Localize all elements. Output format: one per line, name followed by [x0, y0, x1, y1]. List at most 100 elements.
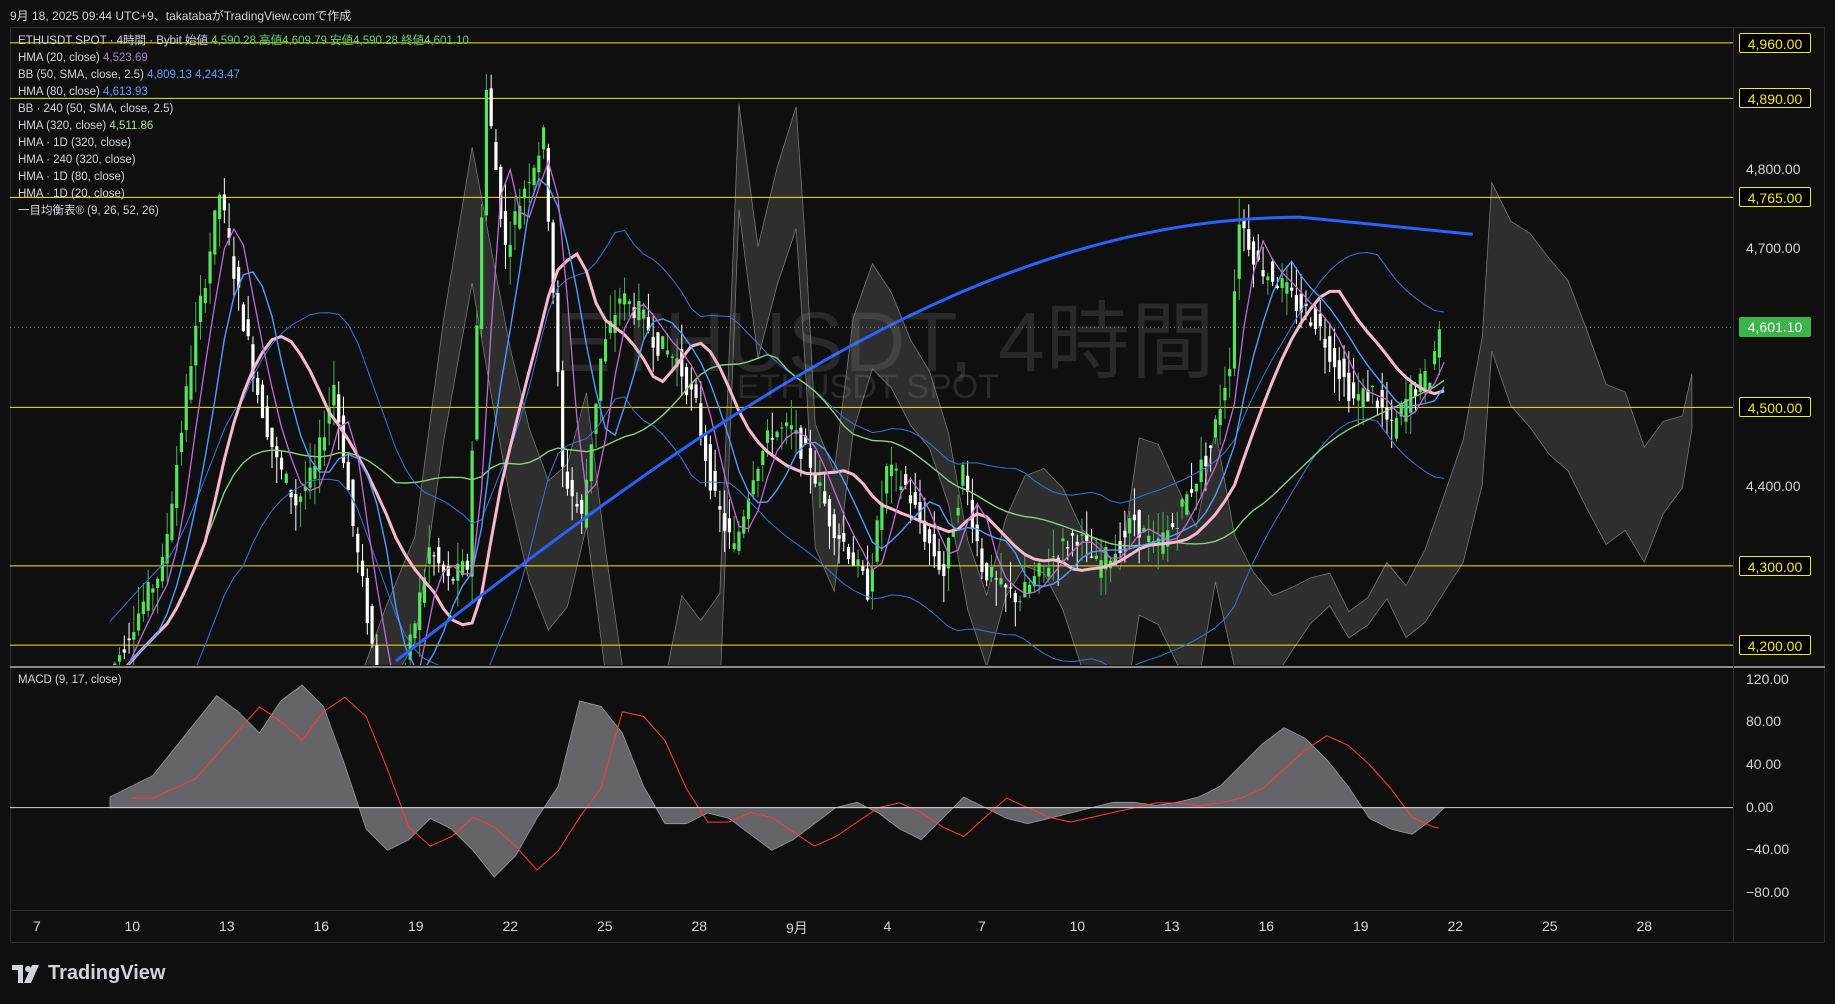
level-price-tag[interactable]: 4,300.00: [1739, 555, 1811, 576]
legend-row[interactable]: HMA (320, close) 4,511.86: [18, 118, 469, 135]
candle-body: [170, 503, 174, 541]
macd-tick-label: 40.00: [1746, 756, 1782, 772]
legend-row[interactable]: BB · 240 (50, SMA, close, 2.5): [18, 101, 469, 118]
price-tick-label: 4,800.00: [1746, 160, 1801, 177]
candle-body: [784, 422, 789, 427]
candle-body: [832, 514, 836, 539]
candle-body: [1018, 601, 1022, 603]
candle-body: [1128, 518, 1132, 534]
candle-body: [1313, 307, 1318, 330]
candle-body: [146, 582, 150, 611]
legend-row[interactable]: 一目均衡表® (9, 26, 52, 26): [18, 203, 469, 220]
candle-body: [894, 468, 898, 471]
candle-body: [527, 182, 531, 184]
legend-label: BB (50, SMA, close, 2.5): [18, 69, 144, 81]
indicator-legend[interactable]: ETHUSDT SPOT · 4時間 · Bybit 始値 4,590.28 高…: [18, 33, 469, 220]
level-price-tag[interactable]: 4,890.00: [1739, 88, 1811, 109]
legend-row[interactable]: HMA · 1D (20, close): [18, 186, 469, 203]
candle-body: [503, 210, 508, 245]
candle-body: [1290, 287, 1294, 291]
time-tick-label: 16: [1258, 918, 1275, 934]
candle-body: [494, 141, 498, 170]
legend-row[interactable]: HMA (20, close) 4,523.69: [18, 50, 469, 67]
candle-body: [1437, 329, 1441, 358]
legend-row[interactable]: HMA · 1D (320, close): [18, 135, 469, 152]
time-tick-label: 10: [1069, 918, 1086, 934]
level-price-tag[interactable]: 4,200.00: [1739, 635, 1811, 656]
legend-label: HMA (320, close): [18, 120, 107, 132]
macd-chart-svg[interactable]: [10, 669, 1733, 909]
legend-row[interactable]: BB (50, SMA, close, 2.5) 4,809.13 4,243.…: [18, 67, 469, 84]
candle-body: [1008, 587, 1013, 589]
candle-body: [723, 512, 727, 532]
macd-title[interactable]: MACD (9, 17, close): [18, 674, 122, 686]
candle-body: [489, 88, 493, 127]
level-price-tag[interactable]: 4,960.00: [1739, 32, 1811, 53]
candle-body: [294, 494, 298, 506]
level-price-tag[interactable]: 4,765.00: [1739, 187, 1811, 208]
candle-body: [1175, 528, 1179, 530]
candle-body: [827, 498, 832, 527]
candle-body: [1266, 276, 1270, 281]
candle-body: [1089, 556, 1094, 558]
candle-body: [927, 529, 932, 544]
candle-body: [113, 663, 117, 665]
time-tick-label: 28: [691, 918, 708, 934]
candle-body: [1042, 565, 1046, 567]
price-tick-label: 4,700.00: [1746, 239, 1801, 256]
legend-row[interactable]: HMA (80, close) 4,613.93: [18, 84, 469, 101]
candle-body: [456, 563, 460, 581]
candle-body: [999, 578, 1003, 585]
time-tick-label: 9月: [786, 920, 808, 936]
candle-body: [856, 559, 860, 567]
candle-body: [375, 645, 379, 665]
candle-body: [427, 547, 431, 564]
last-price-tag[interactable]: 4,601.10: [1739, 317, 1811, 338]
candle-body: [322, 437, 327, 451]
candle-body: [484, 89, 489, 216]
candle-body: [136, 613, 141, 631]
caption-bar: 9月 18, 2025 09:44 UTC+9、takatabaがTrading…: [0, 0, 1835, 28]
candle-body: [875, 520, 879, 562]
candle-body: [1094, 555, 1098, 559]
time-axis[interactable]: 7 10 13 16 19 22 25 28 9月 4 7 10 13 16 19 22 25 28: [10, 910, 1733, 944]
time-tick-label: 13: [219, 918, 235, 934]
candle-body: [256, 378, 260, 396]
candle-body: [1323, 338, 1327, 348]
candle-body: [1390, 420, 1394, 422]
legend-row[interactable]: ETHUSDT SPOT · 4時間 · Bybit 始値 4,590.28 高…: [18, 33, 469, 50]
candle-body: [751, 480, 755, 495]
candle-body: [727, 518, 732, 533]
candle-body: [1118, 540, 1122, 553]
candle-body: [1132, 514, 1137, 521]
price-axis[interactable]: 4,890.00 4,800.00 4,700.00 4,400.00 120.00 80…: [1733, 27, 1826, 943]
candle-body: [1037, 563, 1041, 577]
legend-label: 一目均衡表® (9, 26, 52, 26): [18, 205, 159, 217]
level-price-tag[interactable]: 4,500.00: [1739, 397, 1811, 418]
candle-body: [413, 623, 417, 638]
candle-body: [770, 437, 774, 440]
candle-body: [179, 432, 184, 453]
time-tick-label: 25: [1542, 918, 1558, 934]
candle-body: [513, 211, 517, 225]
time-tick-label: 7: [33, 918, 41, 934]
candle-body: [775, 431, 779, 438]
macd-pane[interactable]: [10, 669, 1733, 909]
legend-label: HMA · 1D (320, close): [18, 137, 132, 149]
candle-body: [932, 534, 936, 557]
candle-body: [808, 448, 813, 469]
macd-tick-label: 80.00: [1746, 713, 1782, 730]
legend-row[interactable]: HMA · 240 (320, close): [18, 152, 469, 169]
candle-body: [1232, 291, 1237, 369]
pane-separator[interactable]: [10, 666, 1825, 668]
time-tick-label: 16: [313, 918, 330, 934]
candle-body: [1247, 229, 1251, 250]
tradingview-brand[interactable]: TradingView: [12, 962, 165, 985]
candle-body: [851, 552, 855, 566]
candle-body: [837, 535, 841, 539]
time-tick-label: 25: [597, 918, 613, 934]
candle-body: [232, 256, 236, 279]
legend-row[interactable]: HMA · 1D (80, close): [18, 169, 469, 186]
candle-body: [308, 467, 312, 488]
candle-body: [370, 606, 374, 644]
